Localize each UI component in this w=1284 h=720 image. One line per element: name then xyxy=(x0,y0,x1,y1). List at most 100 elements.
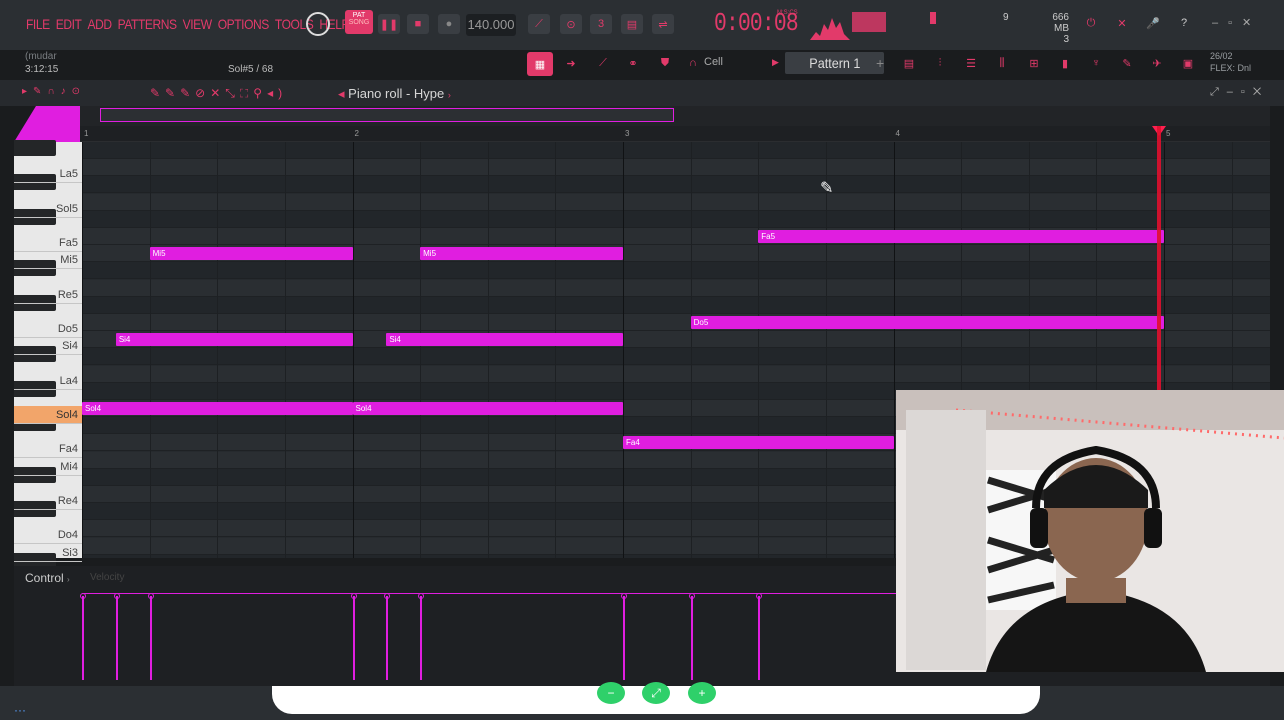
key-label[interactable]: Re4 xyxy=(14,492,82,510)
piano-icon[interactable]: ⫼ xyxy=(991,53,1013,73)
files-icon[interactable]: ▮ xyxy=(1054,53,1076,73)
key-label[interactable]: Do4 xyxy=(14,526,82,545)
key-label[interactable]: Fa5 xyxy=(14,234,82,252)
note[interactable]: Si4 xyxy=(115,333,353,347)
more-icon[interactable]: ··· xyxy=(14,703,26,717)
velocity-handle[interactable] xyxy=(688,593,695,599)
send-icon[interactable]: ✈ xyxy=(1146,53,1168,73)
key-label[interactable]: Mi4 xyxy=(14,458,82,476)
stop-button[interactable]: ■ xyxy=(407,14,429,34)
menu-add[interactable]: ADD xyxy=(87,16,112,32)
black-key[interactable] xyxy=(14,140,56,156)
velocity-handle[interactable] xyxy=(113,593,120,599)
velocity-bar[interactable] xyxy=(621,593,627,680)
grid-line xyxy=(758,142,760,558)
velocity-bar[interactable] xyxy=(384,593,391,680)
velocity-handle[interactable] xyxy=(384,593,391,599)
plugin-icon[interactable]: ♆ xyxy=(1085,53,1107,73)
link-icon[interactable]: ⚭ xyxy=(622,53,644,73)
typing-keyboard-icon[interactable]: ▤ xyxy=(621,14,643,34)
window-controls[interactable]: –▫✕ xyxy=(1212,16,1261,29)
pat-song-toggle[interactable]: PAT SONG xyxy=(345,10,373,34)
menu-file[interactable]: FILE xyxy=(26,16,50,32)
pitch-slider[interactable] xyxy=(930,12,936,24)
note[interactable]: Mi5 xyxy=(149,247,353,261)
power-icon[interactable]: ⏻ xyxy=(1080,13,1102,33)
velocity-bar[interactable] xyxy=(147,593,154,680)
menu-options[interactable]: OPTIONS xyxy=(218,16,270,32)
zoom-out-icon[interactable]: − xyxy=(597,682,625,704)
velocity-handle[interactable] xyxy=(147,593,154,599)
key-label[interactable]: Fa4 xyxy=(14,440,82,459)
note[interactable]: Sol4 xyxy=(82,402,353,415)
tools-icon[interactable]: ✎ xyxy=(1116,53,1138,73)
control-label[interactable]: Control › xyxy=(25,571,70,585)
velocity-bar[interactable] xyxy=(756,593,763,680)
velocity-bar[interactable] xyxy=(350,593,357,680)
velocity-handle[interactable] xyxy=(80,593,86,599)
pr-window-controls[interactable]: ⤢–▫✕ xyxy=(1210,86,1269,99)
help-icon[interactable]: ? xyxy=(1173,13,1195,33)
key-label[interactable]: Mi5 xyxy=(14,251,82,270)
velocity-bar[interactable] xyxy=(418,593,425,680)
record-button[interactable]: ● xyxy=(438,14,460,34)
key-label[interactable]: Si4 xyxy=(14,337,82,356)
key-label[interactable]: Si3 xyxy=(14,544,82,562)
add-pattern-icon[interactable]: + xyxy=(876,55,884,71)
velocity-bar[interactable] xyxy=(688,593,695,680)
pattern-selector[interactable]: Pattern 1 xyxy=(785,52,884,74)
magnet-icon[interactable]: ∩ xyxy=(682,53,704,73)
menu-edit[interactable]: EDIT xyxy=(56,16,82,32)
velocity-handle[interactable] xyxy=(418,593,425,599)
key-label[interactable]: Re5 xyxy=(14,286,82,304)
browser-icon[interactable]: ⊞ xyxy=(1023,53,1045,73)
menu-view[interactable]: VIEW xyxy=(183,16,212,32)
velocity-bar[interactable] xyxy=(80,593,86,680)
pause-button[interactable]: ❚❚ xyxy=(378,14,400,34)
midi-icon[interactable]: ✕ xyxy=(1111,13,1133,33)
draw-icon[interactable]: ⟋ xyxy=(592,53,614,73)
tempo-display[interactable]: 140.000 xyxy=(466,14,516,36)
note[interactable]: Mi5 xyxy=(420,247,623,261)
microphone-icon[interactable]: 🎤 xyxy=(1142,13,1164,33)
piano-roll-button[interactable]: ▦ xyxy=(527,52,553,76)
zoom-in-icon[interactable]: + xyxy=(688,682,716,704)
timeline-ruler[interactable]: 1 2 3 4 5 xyxy=(80,126,1270,142)
bar-number: 1 xyxy=(84,129,89,138)
piano-keys[interactable]: La5 Sol5 Fa5 Mi5 Re5 Do5 Si4 La4 Sol4 Fa4 Mi4 Re4 Do… xyxy=(14,140,82,569)
key-label[interactable]: Sol4 xyxy=(14,406,82,424)
master-volume-knob[interactable] xyxy=(306,12,330,36)
note[interactable]: Sol4 xyxy=(352,402,623,415)
mixer-icon[interactable]: ⫶ xyxy=(929,53,951,73)
velocity-bars[interactable] xyxy=(80,593,896,680)
zoom-fit-icon[interactable]: ⤢ xyxy=(642,682,670,704)
store-icon[interactable]: ▣ xyxy=(1177,53,1199,73)
blend-notes-icon[interactable]: ⇌ xyxy=(652,14,674,34)
menu-patterns[interactable]: PATTERNS xyxy=(118,16,177,32)
note[interactable]: Fa5 xyxy=(758,230,1164,243)
scrollbar-thumb[interactable] xyxy=(100,108,674,122)
metronome-icon[interactable]: ⟋ xyxy=(528,14,550,34)
edit-tools[interactable]: ✎✎✎⊘✕⤡⛶⚲◂) xyxy=(150,86,287,101)
channel-rack-icon[interactable]: ☰ xyxy=(960,53,982,73)
key-label[interactable]: Sol5 xyxy=(14,200,82,218)
note[interactable]: Do5 xyxy=(690,316,1164,329)
stamp-icon[interactable]: ⛊ xyxy=(654,53,676,73)
note[interactable]: Fa4 xyxy=(623,436,894,450)
key-label[interactable]: La4 xyxy=(14,372,82,390)
velocity-handle[interactable] xyxy=(621,593,627,599)
step-edit-icon[interactable]: 3 xyxy=(590,14,612,34)
key-label[interactable]: La5 xyxy=(14,165,82,184)
velocity-handle[interactable] xyxy=(756,593,763,599)
loop-record-icon[interactable]: ⊙ xyxy=(560,14,582,34)
playlist-icon[interactable]: ▤ xyxy=(898,53,920,73)
snap-select[interactable]: Cell xyxy=(704,56,723,68)
key-label[interactable]: Do5 xyxy=(14,320,82,338)
pattern-prev-icon[interactable]: ▶ xyxy=(772,57,779,68)
note[interactable]: Si4 xyxy=(386,333,623,347)
horizontal-scrollbar[interactable] xyxy=(80,106,1270,126)
piano-roll-tools[interactable]: ▸✎∩♪⊙ xyxy=(22,86,86,97)
velocity-bar[interactable] xyxy=(113,593,120,680)
velocity-handle[interactable] xyxy=(350,593,357,599)
arrow-right-icon[interactable]: ➜ xyxy=(560,53,582,73)
